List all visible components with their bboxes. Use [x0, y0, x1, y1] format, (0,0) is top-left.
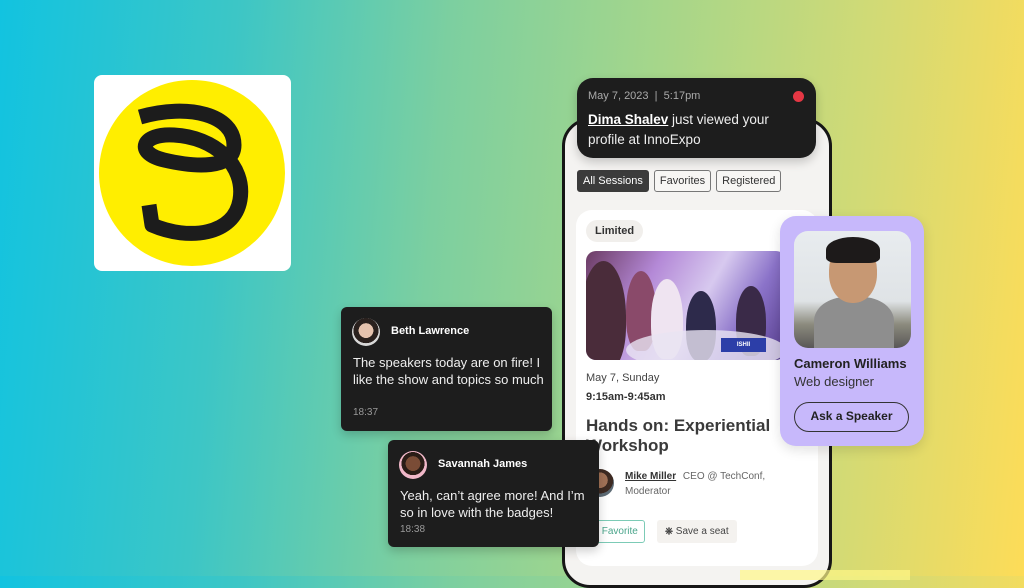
app-logo — [94, 75, 291, 271]
filter-favorites[interactable]: Favorites — [653, 170, 712, 192]
session-filters: All Sessions Favorites Registered — [577, 170, 782, 192]
notification-time: 5:17pm — [663, 90, 701, 102]
filter-all-sessions[interactable]: All Sessions — [577, 170, 649, 192]
viewer-name-link[interactable]: Dima Shalev — [588, 112, 668, 127]
avatar — [352, 318, 380, 346]
swirl-logo-icon — [99, 80, 285, 266]
decorative-glow — [740, 570, 910, 580]
speaker-photo — [794, 231, 911, 348]
chat-message: Savannah James Yeah, can’t agree more! A… — [388, 440, 599, 547]
limited-badge: Limited — [586, 220, 644, 242]
chair-icon: ⎈ — [665, 526, 673, 537]
notification-timestamp: May 7, 2023 | 5:17pm — [588, 90, 700, 102]
session-time: 9:15am-9:45am — [586, 391, 666, 403]
notification-date: May 7, 2023 — [588, 90, 649, 102]
avatar — [399, 451, 427, 479]
unread-dot-icon — [793, 91, 804, 102]
table-sign: ISHII — [721, 338, 766, 352]
moderator-name[interactable]: Mike Miller — [625, 471, 676, 482]
chat-text: Yeah, can’t agree more! And I’m so in lo… — [400, 488, 585, 520]
chat-message: Beth Lawrence The speakers today are on … — [341, 307, 552, 431]
filter-registered[interactable]: Registered — [716, 170, 782, 192]
speaker-name: Cameron Williams — [794, 356, 907, 371]
notification-message: Dima Shalev just viewed your profile at … — [588, 110, 803, 150]
chat-author: Savannah James — [438, 458, 528, 470]
speaker-card: Cameron Williams Web designer Ask a Spea… — [780, 216, 924, 446]
chat-author: Beth Lawrence — [391, 325, 470, 337]
moderator-info: Mike Miller CEO @ TechConf, Moderator — [625, 469, 805, 499]
chat-time: 18:37 — [353, 407, 379, 418]
chat-text: The speakers today are on fire! I like t… — [353, 355, 544, 387]
save-seat-button[interactable]: ⎈ Save a seat — [657, 520, 737, 543]
session-title: Hands on: Experiential Workshop — [586, 416, 771, 455]
moderator-title: CEO @ TechConf, — [682, 471, 766, 482]
moderator-role: Moderator — [625, 486, 671, 497]
session-date: May 7, Sunday — [586, 372, 660, 384]
separator: | — [654, 90, 658, 102]
session-photo: ISHII — [586, 251, 786, 360]
chat-time: 18:38 — [400, 524, 426, 535]
ask-speaker-button[interactable]: Ask a Speaker — [794, 402, 909, 432]
save-seat-label: Save a seat — [675, 526, 729, 537]
speaker-role: Web designer — [794, 374, 874, 389]
profile-view-notification[interactable]: May 7, 2023 | 5:17pm Dima Shalev just vi… — [577, 78, 816, 158]
favorite-label: Favorite — [601, 526, 638, 537]
